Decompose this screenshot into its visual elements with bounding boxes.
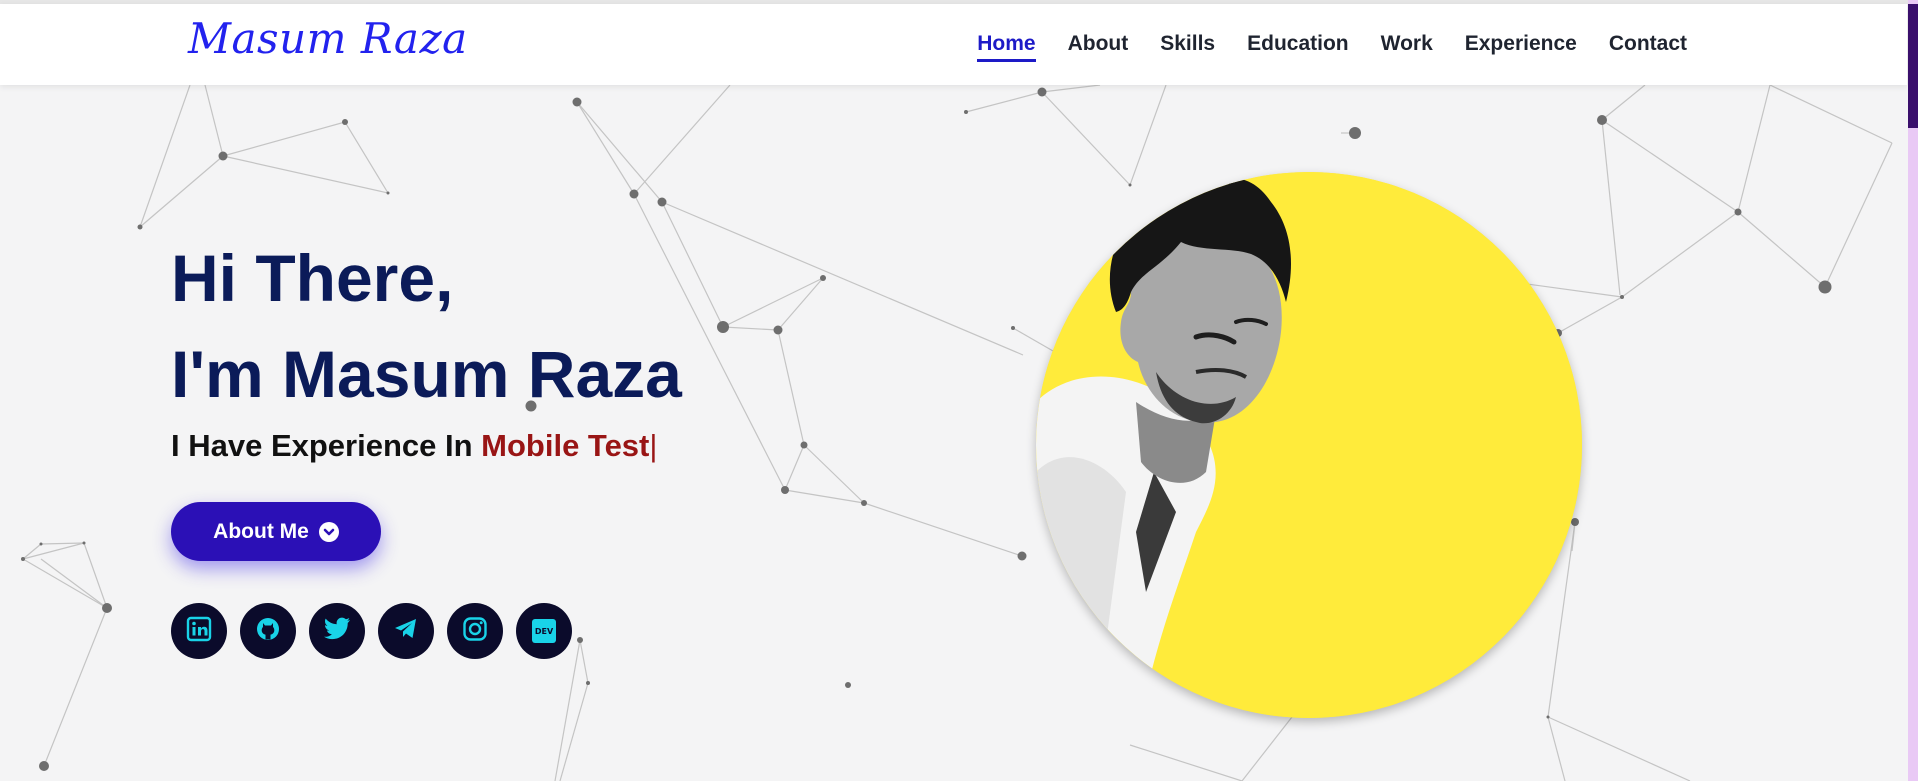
about-me-button-label: About Me: [213, 519, 309, 543]
nav-contact[interactable]: Contact: [1609, 32, 1687, 62]
hero-section: Hi There, I'm Masum Raza I Have Experien…: [171, 230, 682, 659]
social-links: DEV: [171, 603, 572, 659]
profile-portrait-illustration: [1036, 172, 1582, 718]
hero-name: I'm Masum Raza: [171, 337, 682, 411]
github-link[interactable]: [240, 603, 296, 659]
nav-work[interactable]: Work: [1381, 32, 1433, 62]
tagline-prefix: I Have Experience In: [171, 428, 482, 463]
nav-experience[interactable]: Experience: [1465, 32, 1577, 62]
nav-about[interactable]: About: [1068, 32, 1129, 62]
nav-home[interactable]: Home: [977, 32, 1036, 62]
github-icon: [254, 615, 282, 647]
nav-skills[interactable]: Skills: [1160, 32, 1215, 62]
scrollbar-thumb[interactable]: [1908, 4, 1918, 128]
linkedin-icon: [186, 616, 212, 646]
chevron-down-circle-icon: [318, 521, 339, 542]
typed-skill-text: Mobile Test: [481, 428, 650, 463]
typing-caret: |: [649, 428, 658, 463]
twitter-icon: [323, 617, 351, 645]
twitter-link[interactable]: [309, 603, 365, 659]
dev-icon: DEV: [532, 619, 556, 643]
linkedin-link[interactable]: [171, 603, 227, 659]
profile-photo: [1036, 172, 1582, 718]
about-me-button[interactable]: About Me: [171, 502, 381, 561]
instagram-link[interactable]: [447, 603, 503, 659]
telegram-icon: [393, 617, 419, 645]
hero-tagline: I Have Experience In Mobile Test|: [171, 428, 682, 464]
main-nav: Home About Skills Education Work Experie…: [977, 32, 1687, 62]
telegram-link[interactable]: [378, 603, 434, 659]
dev-link[interactable]: DEV: [516, 603, 572, 659]
instagram-icon: [462, 616, 488, 646]
site-logo[interactable]: Masum Raza: [188, 14, 468, 63]
hero-greeting: Hi There,: [171, 241, 454, 315]
navbar: Masum Raza Home About Skills Education W…: [0, 4, 1907, 85]
nav-education[interactable]: Education: [1247, 32, 1349, 62]
page-scrollbar[interactable]: [1908, 0, 1918, 781]
